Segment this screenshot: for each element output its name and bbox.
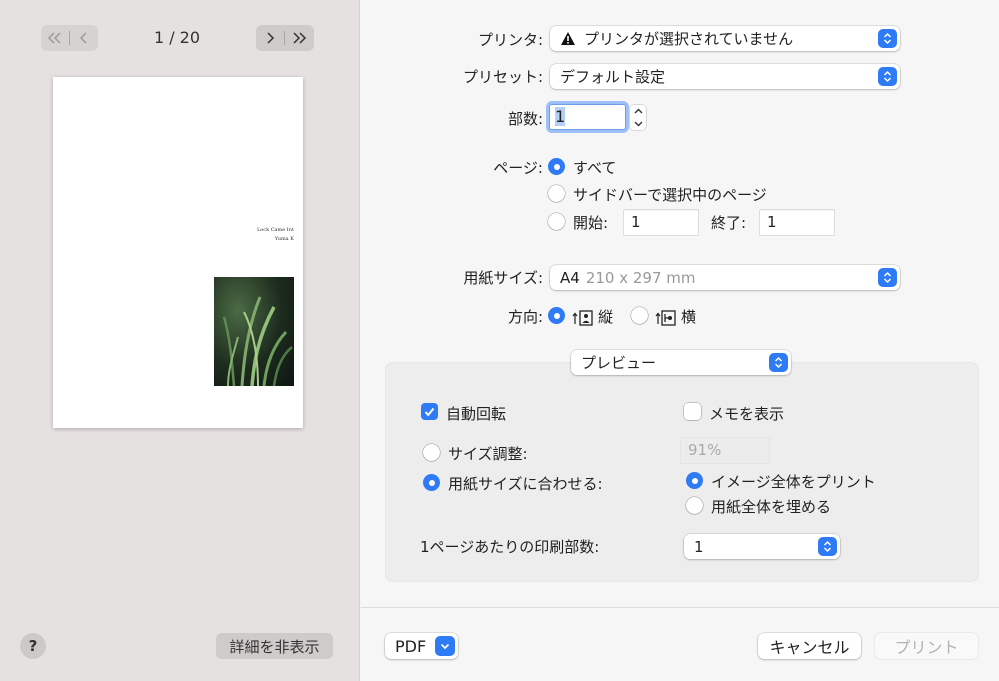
- pages-all-radio[interactable]: [548, 158, 565, 175]
- pages-all-label: すべて: [573, 159, 617, 177]
- pages-per-sheet-popup[interactable]: 1: [684, 534, 840, 559]
- popup-arrows-icon: [878, 67, 897, 86]
- page-thumbnail[interactable]: Lock Came Int Yuma K: [53, 77, 303, 428]
- help-button[interactable]: ?: [20, 633, 46, 659]
- print-entire-image-label: イメージ全体をプリント: [711, 473, 876, 491]
- app-options-popup-value: プレビュー: [581, 354, 657, 372]
- double-chevron-right-icon: [293, 32, 307, 44]
- printer-label: プリンタ:: [477, 31, 543, 49]
- pages-from-label: 開始:: [573, 214, 609, 232]
- print-settings-panel: プリンタ: プリンタが選択されていません プリセット: デフォルト設定 部数: …: [361, 0, 999, 681]
- auto-rotate-label: 自動回転: [446, 405, 507, 423]
- pages-per-sheet-label: 1ページあたりの印刷部数:: [420, 538, 600, 556]
- scale-label: サイズ調整:: [448, 445, 528, 463]
- pages-from-input[interactable]: 1: [624, 210, 698, 235]
- copies-input[interactable]: 1: [549, 104, 626, 130]
- checkmark-icon: [424, 407, 435, 417]
- chevron-down-icon: [435, 636, 455, 656]
- pages-sidebar-label: サイドバーで選択中のページ: [573, 186, 767, 204]
- paper-size-label: 用紙サイズ:: [463, 269, 543, 287]
- pages-to-label: 終了:: [711, 214, 747, 232]
- orientation-landscape-label: 横: [681, 308, 697, 326]
- pdf-label: PDF: [395, 636, 427, 656]
- grass-image: [222, 296, 293, 386]
- fit-paper-label: 用紙サイズに合わせる:: [448, 475, 603, 493]
- chevron-down-icon[interactable]: [634, 121, 643, 127]
- preview-sidebar: 1 / 20 Lock Came Int Yuma K ? 詳細を非表示: [0, 0, 360, 681]
- show-notes-label: メモを表示: [709, 405, 785, 423]
- page-indicator: 1 / 20: [153, 28, 201, 47]
- portrait-orientation-icon: [572, 309, 593, 326]
- fill-entire-paper-label: 用紙全体を埋める: [711, 498, 832, 516]
- print-entire-image-radio[interactable]: [686, 472, 703, 489]
- app-options-popup[interactable]: プレビュー: [571, 350, 791, 375]
- pages-per-sheet-value: 1: [694, 537, 704, 556]
- prev-nav-group: [41, 25, 98, 51]
- preset-label: プリセット:: [462, 68, 543, 86]
- paper-size-value: A4: [560, 268, 580, 287]
- next-nav-group: [256, 25, 314, 51]
- pages-range-radio[interactable]: [548, 213, 565, 230]
- warning-icon: [561, 32, 575, 45]
- printer-value: プリンタが選択されていません: [584, 30, 794, 48]
- orientation-portrait-option: 縦: [572, 306, 613, 327]
- scale-radio[interactable]: [423, 444, 440, 461]
- popup-arrows-icon: [818, 537, 837, 556]
- thumbnail-title-text: Lock Came Int: [256, 227, 294, 233]
- orientation-landscape-radio[interactable]: [631, 307, 648, 324]
- fit-paper-radio[interactable]: [423, 474, 440, 491]
- copies-value: 1: [555, 107, 566, 126]
- hide-details-button[interactable]: 詳細を非表示: [216, 633, 333, 659]
- auto-rotate-checkbox[interactable]: [421, 403, 438, 420]
- next-page-button[interactable]: [256, 25, 284, 51]
- last-page-button[interactable]: [285, 25, 313, 51]
- footer-divider: [361, 607, 999, 608]
- orientation-label: 方向:: [507, 308, 543, 326]
- cancel-button[interactable]: キャンセル: [758, 633, 861, 659]
- orientation-portrait-radio[interactable]: [548, 307, 565, 324]
- fill-entire-paper-radio[interactable]: [686, 497, 703, 514]
- chevron-right-icon: [267, 32, 275, 44]
- chevron-up-icon[interactable]: [634, 108, 643, 114]
- orientation-landscape-option: 横: [655, 306, 696, 327]
- prev-page-button[interactable]: [70, 25, 98, 51]
- scale-input[interactable]: 91%: [681, 438, 769, 463]
- paper-size-popup[interactable]: A4 210 x 297 mm: [550, 265, 900, 290]
- copies-label: 部数:: [507, 110, 543, 128]
- printer-popup[interactable]: プリンタが選択されていません: [550, 26, 900, 51]
- pages-sidebar-radio[interactable]: [548, 185, 565, 202]
- first-page-button[interactable]: [41, 25, 69, 51]
- orientation-portrait-label: 縦: [598, 308, 614, 326]
- show-notes-checkbox[interactable]: [684, 403, 701, 420]
- app-options-box: 自動回転 メモを表示 サイズ調整: 91% 用紙サイズに合わせる: イメージ全体…: [386, 363, 978, 581]
- paper-size-dims: 210 x 297 mm: [585, 268, 696, 287]
- popup-arrows-icon: [878, 268, 897, 287]
- thumbnail-photo: [214, 277, 294, 386]
- pages-to-input[interactable]: 1: [760, 210, 834, 235]
- copies-stepper[interactable]: [630, 105, 646, 130]
- pages-label: ページ:: [493, 159, 543, 177]
- thumbnail-author-text: Yuma K: [274, 236, 294, 242]
- pdf-menu-button[interactable]: PDF: [385, 633, 458, 659]
- preset-popup[interactable]: デフォルト設定: [550, 64, 900, 89]
- print-button[interactable]: プリント: [875, 633, 978, 659]
- popup-arrows-icon: [878, 29, 897, 48]
- landscape-orientation-icon: [655, 309, 676, 326]
- chevron-left-icon: [80, 32, 87, 44]
- double-chevron-left-icon: [48, 32, 61, 44]
- popup-arrows-icon: [769, 353, 788, 372]
- preset-value: デフォルト設定: [560, 68, 666, 86]
